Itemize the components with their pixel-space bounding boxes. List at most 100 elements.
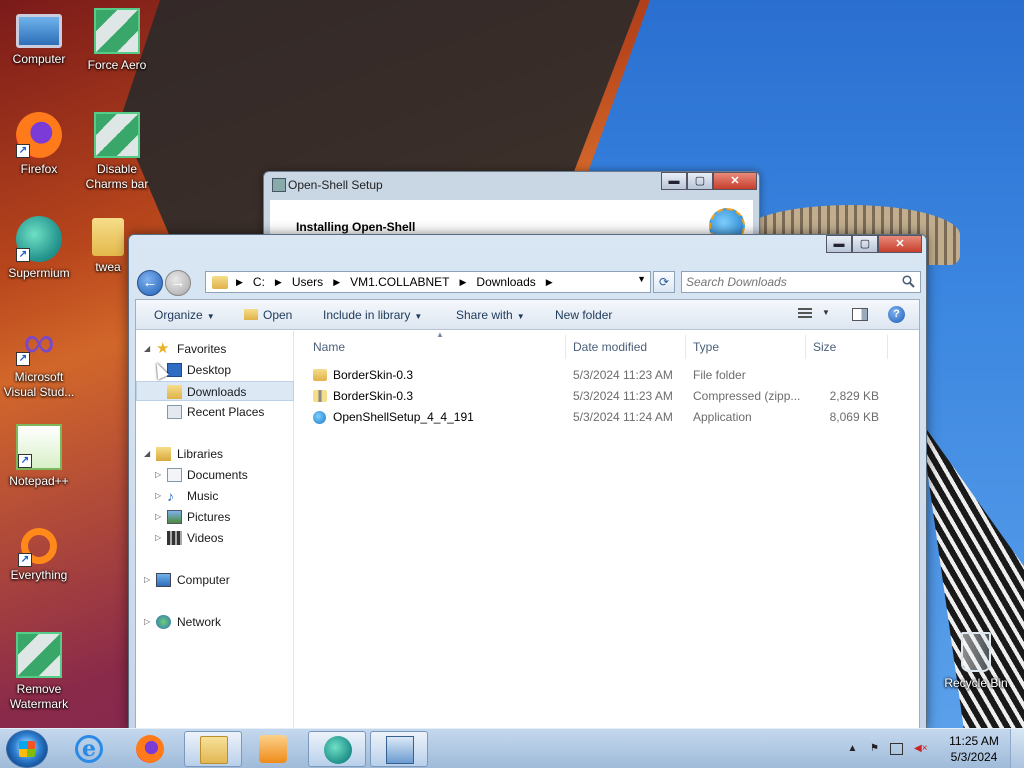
desktop-icon-label: Computer [12,52,66,66]
refresh-button[interactable]: ⟳ [653,271,675,293]
breadcrumb-item[interactable]: VM1.COLLABNET [344,275,455,289]
chevron-right-icon: ▶ [236,276,243,287]
nav-favorites[interactable]: ◢ ★ Favorites [136,339,294,359]
search-icon[interactable] [902,275,915,288]
column-header-type[interactable]: Type [693,340,719,354]
breadcrumb-item[interactable]: Downloads [470,275,541,289]
star-icon: ★ [156,340,170,357]
network-status-icon[interactable] [890,743,903,755]
open-button[interactable]: Open [244,308,292,322]
file-row[interactable]: BorderSkin-0.3 5/3/2024 11:23 AM Compres… [307,386,927,406]
desktop-icon-computer[interactable]: Computer [0,8,78,67]
collapse-arrow-icon[interactable]: ▷ [144,570,150,590]
desktop-icon-supermium[interactable]: ↗ Supermium [0,216,78,281]
taskbar-explorer[interactable] [184,731,242,767]
desktop-icon-remove-watermark[interactable]: Remove Watermark [0,632,78,712]
column-header-date[interactable]: Date modified [573,340,647,354]
file-type: File folder [693,368,746,382]
desktop-icon-force-aero[interactable]: Force Aero [78,8,156,73]
include-in-library-button[interactable]: Include in library ▼ [323,308,422,322]
nav-network[interactable]: ▷ Network [136,612,294,632]
nav-videos[interactable]: ▷ Videos [136,528,294,548]
file-date: 5/3/2024 11:24 AM [573,410,673,424]
organize-button[interactable]: Organize ▼ [154,308,215,322]
column-header-name[interactable]: Name [313,340,345,354]
taskbar-media-player[interactable] [244,731,302,767]
chevron-right-icon[interactable]: ▶ [542,277,557,288]
breadcrumb-item[interactable]: Users [286,275,329,289]
taskbar-firefox[interactable] [121,731,179,767]
explorer-window[interactable]: ▬ ▢ ✕ ← → ▶ C: ▶ Users ▶ VM1.COLLABNET ▶… [128,234,927,728]
taskbar-setup[interactable] [370,731,428,767]
nav-music[interactable]: ▷ ♪ Music [136,486,294,506]
chevron-down-icon[interactable]: ▼ [822,308,830,317]
column-header-size[interactable]: Size [813,340,836,354]
desktop-icon-visual-studio[interactable]: ↗ Microsoft Visual Stud... [0,320,78,400]
search-input[interactable] [682,272,896,292]
explorer-caption-buttons: ▬ ▢ ✕ [826,235,922,253]
back-button[interactable]: ← [137,270,163,296]
desktop-icon [167,363,182,377]
nav-recent-places[interactable]: Recent Places [136,402,294,422]
file-row[interactable]: OpenShellSetup_4_4_191 5/3/2024 11:24 AM… [307,407,927,427]
show-hidden-icons-icon[interactable]: ▲ [846,743,859,755]
new-folder-button[interactable]: New folder [555,308,612,322]
column-divider[interactable] [685,335,686,359]
file-row[interactable]: BorderSkin-0.3 5/3/2024 11:23 AM File fo… [307,365,927,385]
close-button[interactable]: ✕ [878,235,922,253]
maximize-button[interactable]: ▢ [687,172,713,190]
column-divider[interactable] [565,335,566,359]
nav-downloads[interactable]: Downloads [136,381,294,401]
registry-icon [16,632,62,678]
nav-libraries[interactable]: ◢ Libraries [136,444,294,464]
maximize-button[interactable]: ▢ [852,235,878,253]
desktop-icon-notepadpp[interactable]: ↗ Notepad++ [0,424,78,489]
collapse-arrow-icon[interactable]: ▷ [144,612,150,632]
collapse-arrow-icon[interactable]: ▷ [155,486,161,506]
recycle-bin-icon [961,632,991,672]
include-in-library-label: Include in library [323,308,411,322]
start-button[interactable] [6,730,48,768]
desktop-icon-recycle-bin[interactable]: Recycle Bin [936,632,1016,691]
collapse-arrow-icon[interactable]: ▷ [155,507,161,527]
minimize-button[interactable]: ▬ [826,235,852,253]
action-center-flag-icon[interactable]: ⚑ [868,743,881,755]
nav-label: Favorites [177,342,227,356]
desktop-icon-disable-charms[interactable]: Disable Charms bar [78,112,156,192]
desktop-icon-firefox[interactable]: ↗ Firefox [0,112,78,177]
nav-computer[interactable]: ▷ Computer [136,570,294,590]
chevron-right-icon[interactable]: ▶ [329,277,344,288]
preview-pane-icon[interactable] [852,308,868,321]
share-with-button[interactable]: Share with ▼ [456,308,525,322]
expand-arrow-icon[interactable]: ◢ [144,339,150,359]
nav-pictures[interactable]: ▷ Pictures [136,507,294,527]
desktop[interactable]: Computer Force Aero ↗ Firefox Disable Ch… [0,0,1024,728]
close-button[interactable]: ✕ [713,172,757,190]
search-box[interactable] [681,271,921,293]
nav-documents[interactable]: ▷ Documents [136,465,294,485]
help-icon[interactable]: ? [888,306,905,323]
breadcrumb-item[interactable]: C: [247,275,271,289]
show-desktop-button[interactable] [1010,729,1024,768]
chevron-down-icon: ▼ [206,312,215,321]
taskbar-supermium[interactable] [308,731,366,767]
volume-muted-icon[interactable]: ◀× [914,743,928,755]
views-icon[interactable] [798,308,812,320]
expand-arrow-icon[interactable]: ◢ [144,444,150,464]
column-divider[interactable] [805,335,806,359]
address-bar[interactable]: ▶ C: ▶ Users ▶ VM1.COLLABNET ▶ Downloads… [205,271,651,293]
collapse-arrow-icon[interactable]: ▷ [155,465,161,485]
collapse-arrow-icon[interactable]: ▷ [155,528,161,548]
clock-time[interactable]: 11:25 AM [942,734,1006,748]
forward-button[interactable]: → [165,270,191,296]
open-label: Open [263,308,293,322]
chevron-right-icon[interactable]: ▶ [271,277,286,288]
clock-date[interactable]: 5/3/2024 [942,750,1006,764]
computer-icon [156,573,171,587]
column-divider[interactable] [887,335,888,359]
minimize-button[interactable]: ▬ [661,172,687,190]
chevron-down-icon[interactable]: ▼ [637,274,646,284]
chevron-right-icon[interactable]: ▶ [455,277,470,288]
desktop-icon-everything[interactable]: ↗ Everything [0,528,78,583]
taskbar-internet-explorer[interactable]: e [60,731,118,767]
